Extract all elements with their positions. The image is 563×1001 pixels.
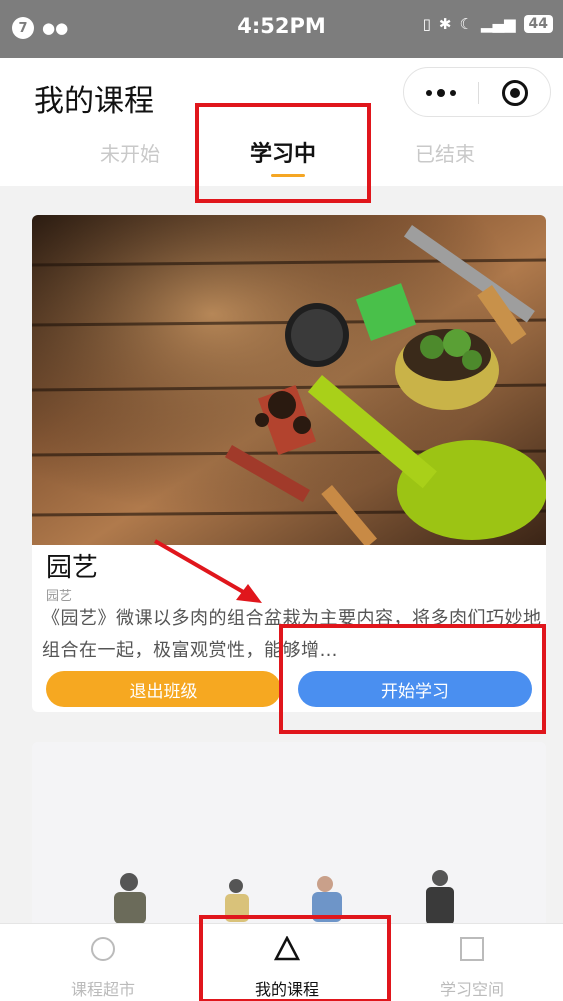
nav-my-courses[interactable]: 我的课程 xyxy=(207,924,367,1001)
target-close-icon[interactable] xyxy=(502,80,528,106)
circle-icon xyxy=(91,937,115,961)
course-description: 《园艺》微课以多肉的组合盆栽为主要内容，将多肉们巧妙地组合在一起，极富观赏性，能… xyxy=(42,608,542,661)
course-cover-image xyxy=(32,742,546,942)
course-tabs: 未开始 学习中 已结束 xyxy=(0,130,563,182)
tab-finished[interactable]: 已结束 xyxy=(415,138,475,167)
tab-in-progress[interactable]: 学习中 xyxy=(250,136,316,168)
signal-icon: ▂▄▆ xyxy=(480,15,516,33)
active-tab-indicator xyxy=(271,174,305,177)
page-header: 我的课程 未开始 学习中 已结束 xyxy=(0,58,563,186)
course-card[interactable] xyxy=(32,742,546,942)
more-dots-icon[interactable] xyxy=(404,68,478,118)
vibrate-icon: ▯ xyxy=(422,15,431,33)
course-cover-image xyxy=(32,215,546,545)
page-title: 我的课程 xyxy=(34,84,154,119)
mini-program-capsule xyxy=(403,67,551,117)
square-icon xyxy=(460,937,484,961)
course-category: 园艺 xyxy=(46,589,73,604)
start-learning-button[interactable]: 开始学习 xyxy=(298,671,532,707)
nav-label: 课程超市 xyxy=(70,980,135,999)
course-card[interactable]: 园艺 园艺 《园艺》微课以多肉的组合盆栽为主要内容，将多肉们巧妙地组合在一起，极… xyxy=(32,215,546,712)
triangle-icon xyxy=(274,936,300,961)
nav-course-market[interactable]: 课程超市 xyxy=(23,924,183,1001)
nav-label: 我的课程 xyxy=(254,980,319,999)
course-title: 园艺 xyxy=(46,553,99,583)
nav-label: 学习空间 xyxy=(439,980,504,999)
capsule-divider xyxy=(478,82,479,104)
tab-not-started[interactable]: 未开始 xyxy=(100,138,160,167)
status-bar: 7 ●● 4:52PM ▯ ✱ ☾ ▂▄▆ 44 xyxy=(0,0,563,58)
bottom-nav: 课程超市 我的课程 学习空间 xyxy=(0,923,563,1001)
bluetooth-icon: ✱ xyxy=(438,15,452,33)
exit-class-button[interactable]: 退出班级 xyxy=(46,671,281,707)
nav-study-space[interactable]: 学习空间 xyxy=(392,924,552,1001)
moon-icon: ☾ xyxy=(459,15,473,33)
battery-icon: 44 xyxy=(523,15,553,33)
